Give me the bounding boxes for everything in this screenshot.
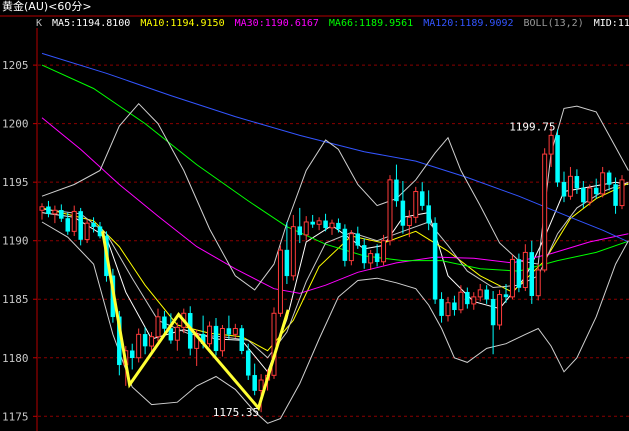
candle-body — [490, 298, 496, 326]
candle-body — [232, 328, 238, 335]
candle-body — [258, 379, 264, 392]
overlay-line-ma66 — [41, 64, 629, 272]
candle-body — [149, 336, 155, 347]
candle-body — [619, 179, 625, 207]
y-tick-label: 1195 — [2, 176, 29, 189]
candle-body — [65, 218, 71, 232]
candle-body — [162, 316, 167, 329]
candle-body — [323, 220, 328, 229]
candle-body — [142, 334, 148, 347]
candle-body — [78, 211, 83, 240]
candle-body — [400, 200, 406, 226]
candle-body — [252, 375, 257, 391]
price-annotation: 1199.75 — [509, 121, 555, 134]
candle-body — [361, 245, 367, 264]
candle-body — [600, 172, 606, 195]
candle-body — [445, 302, 451, 317]
candle-body — [207, 325, 213, 345]
candle-body — [316, 220, 322, 225]
y-tick-label: 1205 — [2, 59, 29, 72]
candle-body — [59, 210, 64, 219]
candle-body — [174, 326, 180, 341]
chart-window: 黄金(AU)<60分> K MA5:1194.8100 MA10:1194.9150… — [0, 0, 629, 431]
overlay-line-boll-low — [41, 221, 629, 424]
candle-body — [542, 153, 548, 271]
candle-body — [516, 259, 522, 288]
candle-body — [136, 333, 142, 359]
candle-body — [587, 187, 593, 203]
candle-body — [129, 350, 135, 359]
candle-body — [71, 210, 77, 232]
candle-body — [426, 205, 431, 224]
price-annotation: 1175.35 — [213, 406, 259, 419]
overlay-line-ma10 — [41, 182, 629, 352]
candle-body — [219, 328, 225, 352]
candle-body — [452, 302, 457, 311]
candle-body — [336, 222, 341, 230]
candle-body — [168, 328, 174, 341]
candle-body — [581, 187, 586, 203]
candle-body — [348, 233, 354, 262]
y-tick-label: 1190 — [2, 235, 29, 248]
candle-body — [548, 134, 554, 155]
candle-body — [465, 291, 470, 305]
candle-body — [419, 191, 425, 206]
candle-body — [555, 135, 560, 183]
candle-body — [97, 226, 103, 237]
candle-body — [245, 350, 251, 376]
candle-body — [297, 226, 303, 236]
candle-body — [342, 228, 348, 261]
candle-body — [497, 294, 503, 326]
candle-body — [290, 226, 296, 277]
y-tick-label: 1180 — [2, 352, 29, 365]
candle-body — [413, 191, 419, 218]
candle-body — [374, 253, 380, 263]
candle-body — [387, 179, 393, 242]
y-tick-label: 1175 — [2, 410, 29, 423]
candle-body — [535, 269, 541, 297]
candle-body — [355, 233, 361, 246]
candle-body — [39, 206, 45, 211]
candle-body — [368, 253, 374, 264]
candle-body — [310, 221, 315, 225]
candle-body — [213, 325, 219, 351]
candle-body — [606, 172, 612, 185]
candle-body — [284, 249, 290, 277]
candle-body — [477, 289, 483, 298]
candle-body — [84, 222, 90, 241]
candle-body — [52, 209, 58, 215]
candle-body — [522, 251, 528, 289]
candle-body — [329, 222, 335, 229]
candle-body — [458, 291, 464, 311]
y-tick-label: 1185 — [2, 293, 29, 306]
candle-body — [91, 222, 96, 227]
candle-body — [503, 294, 509, 298]
candle-body — [574, 176, 580, 189]
candle-body — [394, 179, 399, 202]
candle-body — [567, 175, 573, 197]
candle-body — [46, 206, 51, 215]
candle-body — [406, 216, 412, 226]
candle-body — [226, 328, 232, 335]
candle-body — [561, 181, 567, 197]
candle-body — [155, 316, 161, 338]
candle-body — [381, 240, 387, 263]
candle-body — [471, 296, 477, 305]
y-tick-label: 1200 — [2, 118, 29, 131]
candle-body — [613, 184, 618, 206]
candle-body — [432, 222, 438, 300]
candlestick-chart[interactable]: 1175 1180 1185 1190 1195 1200 1205 1199.75 1175.… — [0, 0, 629, 431]
candle-body — [484, 289, 489, 300]
candle-body — [509, 258, 515, 298]
candle-body — [239, 328, 245, 351]
candle-body — [593, 187, 599, 195]
candle-body — [303, 221, 309, 236]
candle-body — [439, 298, 444, 316]
candle-body — [277, 249, 283, 314]
candle-body — [529, 252, 535, 296]
